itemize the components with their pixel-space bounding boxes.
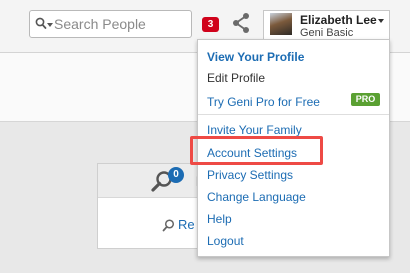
card-count-badge: 0 (168, 167, 184, 183)
menu-item-edit-profile[interactable]: Edit Profile (207, 71, 265, 85)
menu-item-change-language[interactable]: Change Language (207, 190, 306, 204)
menu-item-privacy-settings[interactable]: Privacy Settings (207, 168, 293, 182)
user-menu-button[interactable]: Elizabeth Lee Geni Basic (263, 10, 390, 39)
chevron-down-icon (378, 19, 384, 23)
menu-divider (198, 114, 389, 115)
search-box[interactable] (29, 10, 192, 38)
avatar (270, 13, 292, 35)
user-plan: Geni Basic (300, 27, 354, 39)
menu-item-help[interactable]: Help (207, 212, 232, 226)
share-icon[interactable] (231, 12, 251, 34)
highlight-annotation-box (190, 136, 323, 165)
search-input[interactable] (54, 14, 188, 34)
search-icon (162, 219, 175, 232)
card-link[interactable]: Re (178, 217, 195, 232)
search-icon (35, 17, 47, 29)
user-name: Elizabeth Lee (300, 13, 377, 27)
menu-item-invite-family[interactable]: Invite Your Family (207, 123, 302, 137)
search-options-caret-icon[interactable] (47, 23, 53, 27)
pro-badge: PRO (351, 93, 380, 106)
notifications-badge[interactable]: 3 (202, 17, 219, 32)
menu-item-logout[interactable]: Logout (207, 234, 244, 248)
menu-item-try-geni-pro[interactable]: Try Geni Pro for Free (207, 95, 320, 109)
menu-item-view-profile[interactable]: View Your Profile (207, 50, 304, 64)
